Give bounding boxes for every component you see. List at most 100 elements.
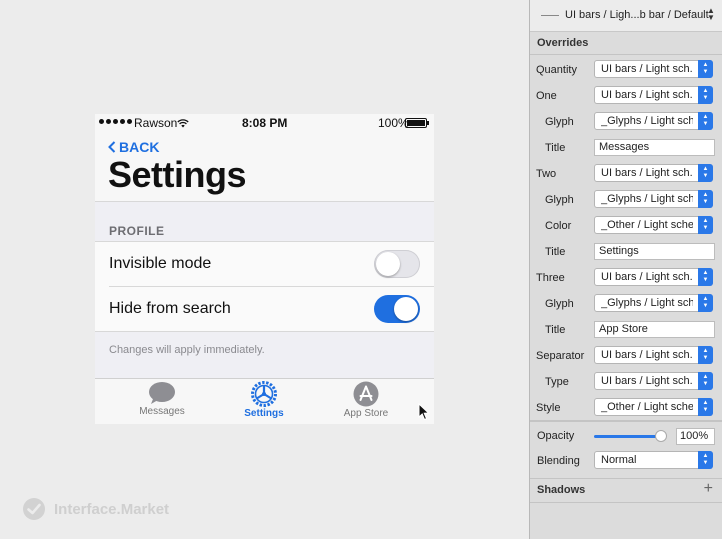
wifi-icon (177, 117, 189, 131)
override-label: Type (545, 376, 569, 388)
blending-select[interactable]: Normal ▲ ▼ (594, 451, 713, 469)
tab-app-store[interactable]: App Store (316, 381, 416, 419)
app-store-icon (353, 381, 379, 407)
override-select[interactable]: UI bars / Light sch... ▲ ▼ (594, 164, 713, 182)
override-select[interactable]: _Other / Light sche... ▲ ▼ (594, 398, 713, 416)
mouse-cursor-icon (418, 402, 430, 426)
signal-dots-icon (99, 119, 132, 124)
override-label: Title (545, 142, 566, 154)
invisible-mode-toggle[interactable] (374, 250, 420, 278)
select-arrows-icon: ▲ ▼ (698, 164, 713, 182)
watermark-text: Interface.Market (54, 500, 170, 518)
override-label: Glyph (545, 194, 574, 206)
override-select[interactable]: UI bars / Light sch... ▲ ▼ (594, 86, 713, 104)
override-label: Glyph (545, 298, 574, 310)
override-label: Separator (536, 350, 585, 362)
symbol-line-icon (541, 15, 559, 16)
select-arrows-icon: ▲ ▼ (698, 372, 713, 390)
override-text-field[interactable]: App Store (594, 321, 715, 338)
select-arrows-icon: ▲ ▼ (698, 60, 713, 78)
select-arrows-icon: ▲ ▼ (698, 190, 713, 208)
hide-from-search-toggle[interactable] (374, 295, 420, 323)
override-select-value: _Other / Light sche... (601, 401, 693, 413)
override-label: Two (536, 168, 557, 180)
override-label: Quantity (536, 64, 577, 76)
tab-bar: Messages Settings App Store (95, 378, 434, 424)
shadows-title: Shadows (537, 484, 586, 496)
status-bar: Rawson 8:08 PM 100% (95, 114, 434, 132)
override-label: Style (536, 402, 561, 414)
select-arrows-icon: ▲ ▼ (698, 451, 713, 469)
tab-label: App Store (343, 408, 389, 419)
divider (530, 420, 722, 422)
select-arrows-icon: ▲ ▼ (698, 112, 713, 130)
override-label: One (536, 90, 557, 102)
override-select[interactable]: _Glyphs / Light sch... ▲▼ (594, 190, 713, 208)
chat-bubble-icon (149, 382, 175, 404)
select-arrows-icon: ▲ ▼ (698, 398, 713, 416)
override-select-value: UI bars / Light sch... (601, 349, 693, 361)
override-select[interactable]: UI bars / Light sch... ▲ ▼ (594, 60, 713, 78)
override-select-value: UI bars / Light sch... (601, 271, 693, 283)
opacity-slider-knob[interactable] (655, 430, 667, 442)
override-select-value: UI bars / Light sch... (601, 89, 693, 101)
watermark: Interface.Market (22, 497, 169, 521)
opacity-label: Opacity (537, 430, 575, 442)
override-select[interactable]: UI bars / Light sch... ▲ ▼ (594, 346, 713, 364)
symbol-selector[interactable]: UI bars / Ligh...b bar / Default ▲ ▼ (530, 0, 722, 32)
page-title: Settings (108, 154, 247, 195)
override-select-value: UI bars / Light sch... (601, 167, 693, 179)
blending-value: Normal (601, 454, 637, 466)
table-row: Invisible mode (95, 242, 434, 286)
toggle-knob (394, 297, 418, 321)
override-label: Glyph (545, 116, 574, 128)
blending-label: Blending (537, 455, 580, 467)
settings-table: Invisible mode Hide from search (95, 241, 434, 332)
tab-messages[interactable]: Messages (112, 381, 212, 417)
override-select-value: _Other / Light sche... (601, 219, 693, 231)
override-label: Title (545, 324, 566, 336)
select-arrows-icon: ▲ ▼ (698, 268, 713, 286)
checkmark-circle-icon (23, 498, 45, 520)
row-label: Hide from search (109, 300, 231, 317)
opacity-input[interactable]: 100% (676, 428, 715, 445)
toggle-knob (376, 252, 400, 276)
table-row: Hide from search (109, 286, 434, 331)
override-select[interactable]: _Glyphs / Light sch... ▲▼ (594, 112, 713, 130)
override-select-value: UI bars / Light sch... (601, 375, 693, 387)
footer-note: Changes will apply immediately. (109, 344, 265, 356)
gear-icon (251, 381, 277, 407)
carrier-name: Rawson (134, 116, 178, 130)
override-label: Three (536, 272, 565, 284)
overrides-header: Overrides (530, 32, 722, 55)
section-header-profile: PROFILE (109, 224, 165, 238)
select-arrows-icon: ▲ ▼ (698, 216, 713, 234)
select-arrows-icon: ▲ ▼ (698, 86, 713, 104)
override-text-field[interactable]: Messages (594, 139, 715, 156)
tab-label: Settings (244, 408, 284, 419)
tab-label: Messages (139, 406, 185, 417)
opacity-slider-track[interactable] (594, 435, 662, 438)
override-select-value: _Glyphs / Light sch... (601, 115, 693, 127)
inspector-panel: UI bars / Ligh...b bar / Default ▲ ▼ Over… (529, 0, 722, 539)
navigation-bar: BACK Settings (95, 132, 434, 202)
chevron-left-icon (108, 141, 116, 153)
override-select[interactable]: UI bars / Light sch... ▲ ▼ (594, 268, 713, 286)
override-select[interactable]: _Other / Light sche... ▲ ▼ (594, 216, 713, 234)
add-shadow-plus-icon[interactable]: + (704, 480, 713, 498)
up-down-arrows-icon: ▲ ▼ (707, 6, 715, 22)
back-button[interactable]: BACK (108, 139, 159, 155)
phone-preview: Rawson 8:08 PM 100% BACK Settings PROFIL… (95, 114, 434, 424)
select-arrows-icon: ▲ ▼ (698, 294, 713, 312)
override-select[interactable]: _Glyphs / Light sch... ▲▼ (594, 294, 713, 312)
override-text-field[interactable]: Settings (594, 243, 715, 260)
shadows-header: Shadows + (530, 478, 722, 503)
symbol-name: UI bars / Ligh...b bar / Default (565, 9, 709, 21)
override-select[interactable]: UI bars / Light sch... ▲ ▼ (594, 372, 713, 390)
row-label: Invisible mode (109, 255, 212, 272)
override-label: Title (545, 246, 566, 258)
overrides-title: Overrides (537, 37, 589, 49)
back-label: BACK (119, 139, 160, 155)
tab-settings[interactable]: Settings (214, 381, 314, 419)
override-select-value: UI bars / Light sch... (601, 63, 693, 75)
